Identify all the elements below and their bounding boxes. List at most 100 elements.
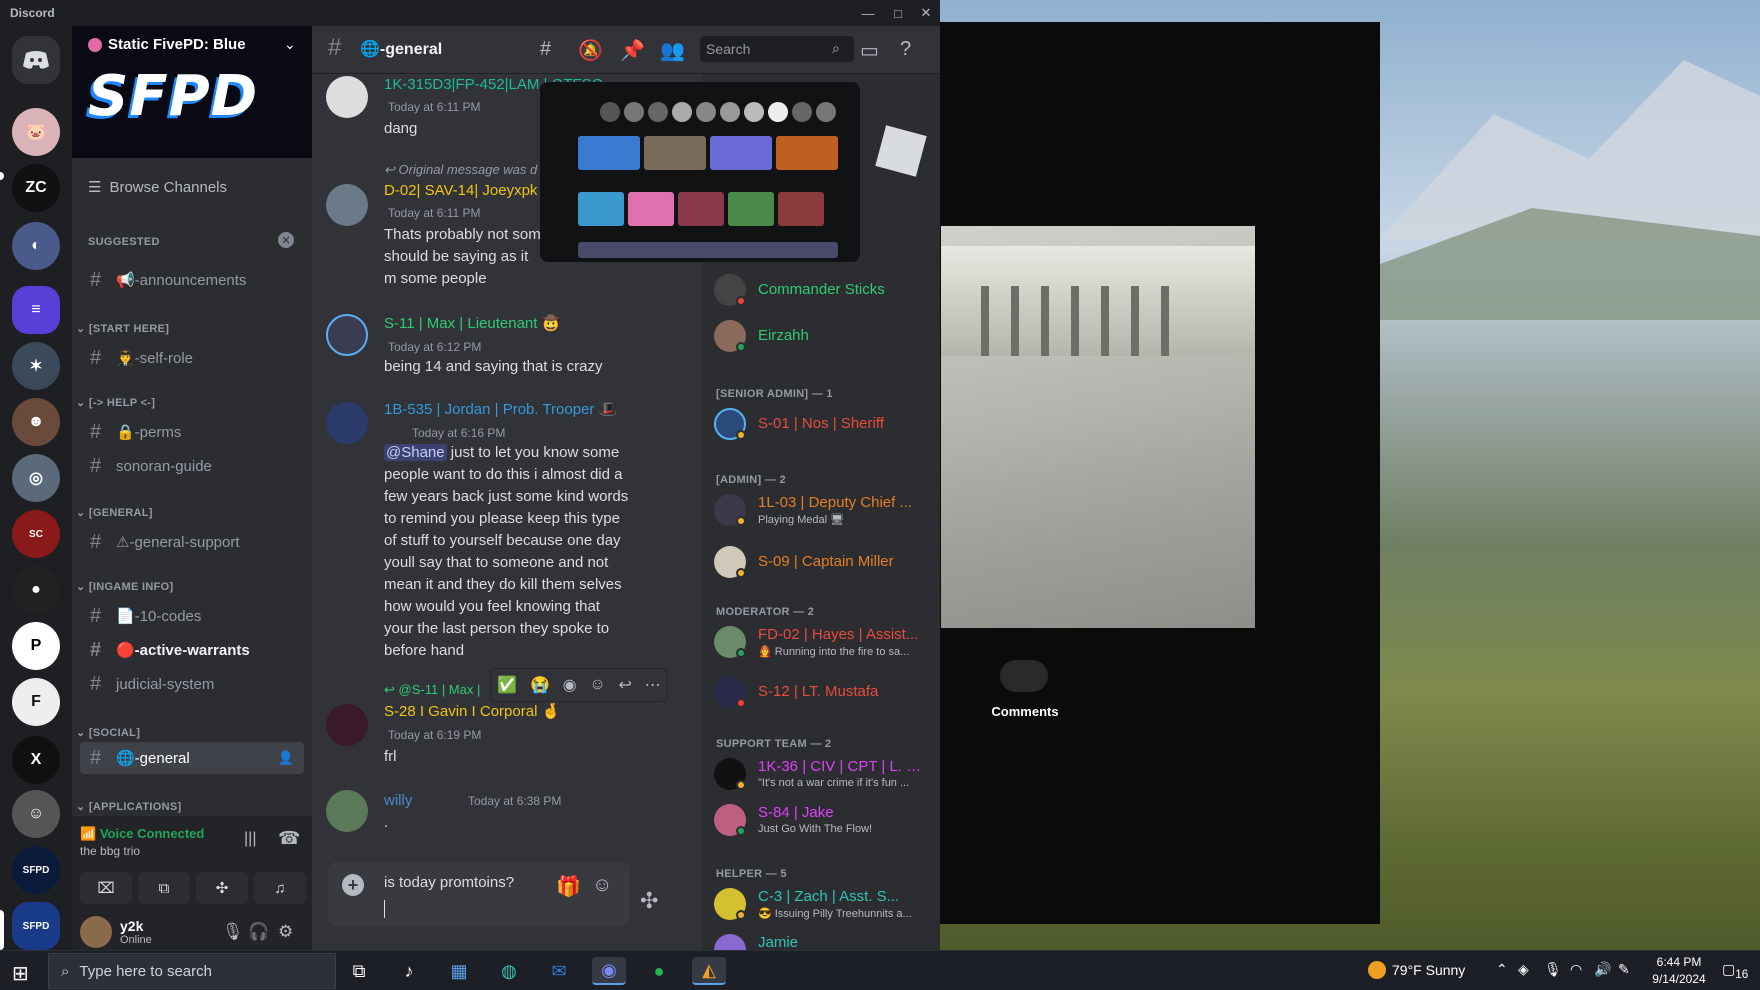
discord-home-icon[interactable]	[12, 36, 60, 84]
activities-button[interactable]: ✣	[196, 872, 248, 904]
member-item[interactable]: S-01 | Nos | Sheriff	[714, 404, 934, 446]
avatar[interactable]	[326, 184, 368, 226]
gift-icon[interactable]: 🎁	[556, 874, 581, 899]
member-item[interactable]: Commander Sticks	[714, 270, 934, 312]
crying-reaction-icon[interactable]: 😭	[530, 675, 550, 695]
channel-sonoran-guide[interactable]: # sonoran-guide	[80, 450, 304, 482]
checkmark-reaction-icon[interactable]: ✅	[497, 675, 517, 695]
notification-bell-icon[interactable]: 🔕	[578, 38, 603, 63]
comments-button[interactable]	[1000, 660, 1048, 692]
search-input[interactable]: Search ⌕	[700, 36, 854, 62]
outlook-icon[interactable]: ✉	[542, 957, 576, 985]
task-view-icon[interactable]: ⧉	[342, 957, 376, 985]
reply-preview[interactable]: ↩ @S-11 | Max |	[384, 682, 480, 698]
member-item[interactable]: C-3 | Zach | Asst. S... 😎 Issuing Pilly T…	[714, 884, 934, 926]
member-item[interactable]: Eirzahh	[714, 316, 934, 358]
server-icon[interactable]: ✶	[12, 342, 60, 390]
close-icon[interactable]: ✕	[278, 232, 294, 248]
channel-active-warrants[interactable]: # 🔴-active-warrants	[80, 634, 304, 666]
user-name[interactable]: y2k	[120, 918, 143, 934]
category-start-here[interactable]: ⌄ [START HERE]	[76, 322, 169, 335]
member-list-icon[interactable]: 👥	[660, 38, 685, 63]
message-author[interactable]: willy	[384, 792, 412, 809]
server-icon[interactable]: SFPD	[12, 846, 60, 894]
screen-share-button[interactable]: ⧉	[138, 872, 190, 904]
help-icon[interactable]: ?	[900, 38, 911, 61]
message-composer[interactable]: + is today promtoins? 🎁 ☺	[328, 862, 630, 926]
taskbar-search-input[interactable]: ⌕ Type here to search	[48, 953, 336, 989]
category-general[interactable]: ⌄ [GENERAL]	[76, 506, 153, 519]
spotify-icon[interactable]: ●	[642, 957, 676, 985]
channel-general[interactable]: # 🌐-general 👤	[80, 742, 304, 774]
video-player[interactable]	[941, 226, 1255, 628]
avatar[interactable]	[80, 916, 112, 948]
wifi-icon[interactable]: ◠	[1570, 961, 1582, 978]
message-author[interactable]: S-28 I Gavin I Corporal 🤞	[384, 702, 560, 720]
avatar[interactable]	[326, 790, 368, 832]
avatar[interactable]	[326, 402, 368, 444]
medal-icon[interactable]: ◭	[692, 957, 726, 985]
tray-app-icon[interactable]: ◈	[1518, 961, 1529, 978]
voice-status[interactable]: 📶 Voice Connected	[80, 826, 204, 842]
discord-taskbar-icon[interactable]: ◉	[592, 957, 626, 985]
member-item[interactable]: S-12 | LT. Mustafa	[714, 672, 934, 714]
server-icon[interactable]: F	[12, 678, 60, 726]
gear-icon[interactable]: ⚙	[278, 922, 293, 942]
pen-icon[interactable]: ✎	[1618, 961, 1630, 978]
avatar[interactable]	[326, 704, 368, 746]
server-icon[interactable]: ≡	[12, 286, 60, 334]
plus-icon[interactable]: +	[342, 874, 364, 896]
channel-10-codes[interactable]: # 📄-10-codes	[80, 600, 304, 632]
member-item[interactable]: S-84 | Jake Just Go With The Flow!	[714, 800, 934, 842]
channel-judicial-system[interactable]: # judicial-system	[80, 668, 304, 700]
member-item[interactable]: 1L-03 | Deputy Chief ... Playing Medal 🖥	[714, 490, 934, 532]
server-icon[interactable]: ◐	[12, 222, 60, 270]
headphones-icon[interactable]: 🎧	[248, 922, 269, 942]
category-applications[interactable]: ⌄ [APPLICATIONS]	[76, 800, 181, 813]
microphone-icon[interactable]: 🎙	[1544, 961, 1562, 978]
member-item[interactable]: S-09 | Captain Miller	[714, 542, 934, 584]
server-icon[interactable]: ●	[12, 566, 60, 614]
channel-announcements[interactable]: # 📢-announcements	[80, 264, 304, 296]
category-social[interactable]: ⌄ [SOCIAL]	[76, 726, 140, 739]
reply-preview[interactable]: ↩ Original message was d	[384, 162, 537, 178]
server-banner[interactable]: SFPD Static FivePD: Blue ⌄	[72, 26, 312, 158]
chevron-up-icon[interactable]: ⌃	[1496, 961, 1508, 978]
soundboard-button[interactable]: ♫	[254, 872, 306, 904]
noise-suppression-icon[interactable]: |||	[244, 830, 256, 848]
microphone-icon[interactable]: 🎙	[222, 922, 244, 942]
maximize-button[interactable]: □	[884, 0, 912, 26]
message-author[interactable]: S-11 | Max | Lieutenant 🤠	[384, 314, 560, 332]
volume-icon[interactable]: 🔊	[1594, 961, 1611, 978]
clock[interactable]: 6:44 PM 9/14/2024	[1644, 954, 1714, 988]
windows-start-icon[interactable]: ⊞	[12, 961, 29, 986]
voice-channel-name[interactable]: the bbg trio	[80, 844, 140, 858]
camera-off-button[interactable]: ⌧	[80, 872, 132, 904]
apps-icon[interactable]: ✣	[640, 888, 658, 914]
close-button[interactable]: ✕	[912, 0, 940, 26]
server-icon[interactable]: ◎	[12, 454, 60, 502]
threads-icon[interactable]: #	[540, 38, 551, 61]
server-name[interactable]: Static FivePD: Blue	[88, 36, 246, 53]
member-item[interactable]: FD-02 | Hayes | Assist... 🧑‍🚒 Running int…	[714, 622, 934, 664]
inbox-icon[interactable]: ▭	[860, 38, 879, 63]
add-reaction-icon[interactable]: ☺	[589, 676, 605, 694]
avatar[interactable]	[326, 76, 368, 118]
reply-icon[interactable]: ↩	[618, 675, 631, 695]
server-icon-active[interactable]: SFPD	[12, 902, 60, 950]
more-icon[interactable]: ⋯	[645, 675, 661, 695]
channel-perms[interactable]: # 🔒-perms	[80, 416, 304, 448]
server-icon[interactable]: X	[12, 736, 60, 784]
member-item[interactable]: Jamie	[714, 930, 934, 950]
message-author[interactable]: 1B-535 | Jordan | Prob. Trooper 🎩	[384, 400, 617, 418]
member-item[interactable]: 1K-36 | CIV | CPT | L. K... "It's not a w…	[714, 754, 934, 796]
server-icon[interactable]: SC	[12, 510, 60, 558]
server-icon[interactable]: 🐷	[12, 108, 60, 156]
composer-input[interactable]: is today promtoins?	[384, 874, 514, 891]
server-icon[interactable]: ☻	[12, 398, 60, 446]
server-icon[interactable]: ZC	[12, 164, 60, 212]
emoji-icon[interactable]: ☺	[592, 874, 612, 897]
message-author[interactable]: D-02| SAV-14| Joeyxpk	[384, 182, 537, 199]
user-mention[interactable]: @Shane	[384, 444, 447, 461]
category-ingame-info[interactable]: ⌄ [INGAME INFO]	[76, 580, 173, 593]
